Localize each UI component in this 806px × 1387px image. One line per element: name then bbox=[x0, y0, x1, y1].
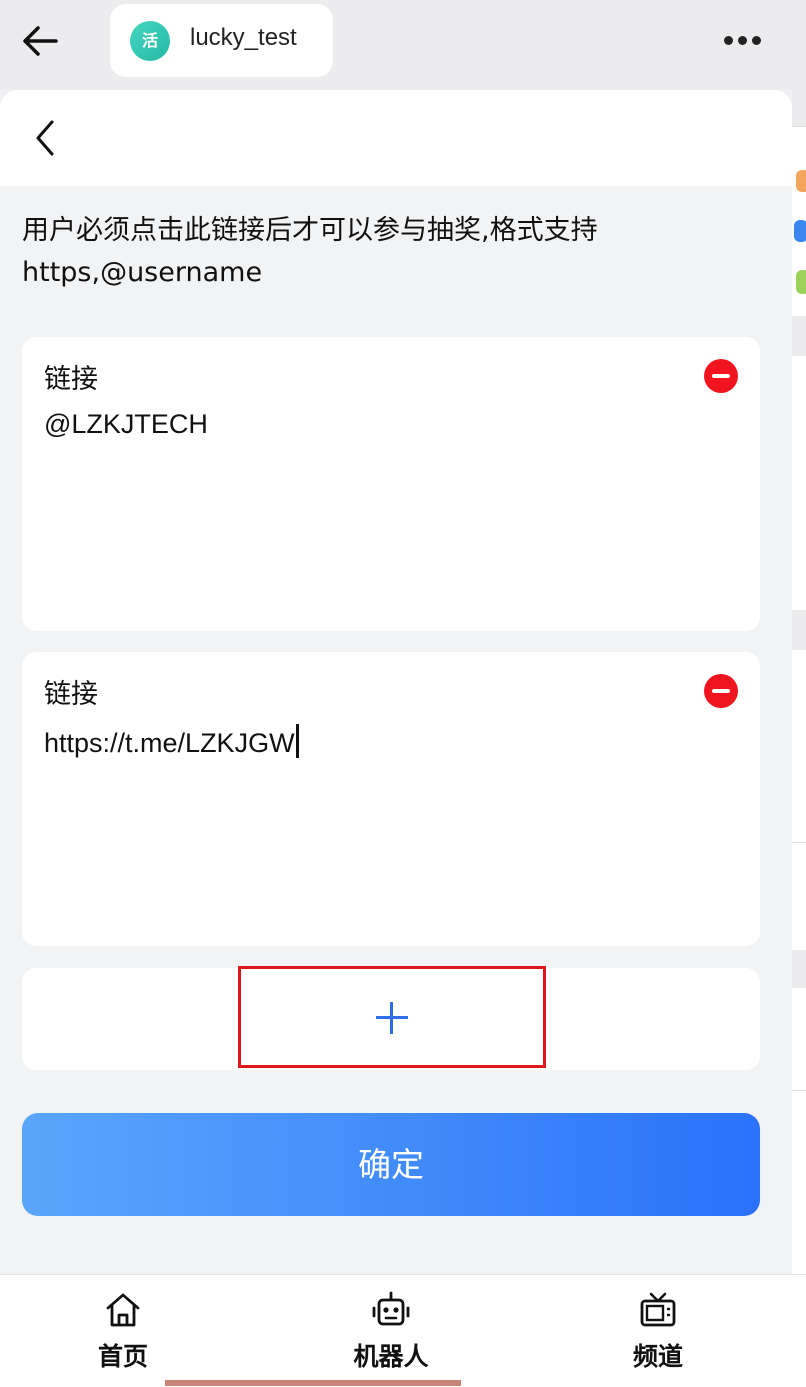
link-settings-sheet: 用户必须点击此链接后才可以参与抽奖,格式支持https,@username 链接… bbox=[0, 90, 792, 1386]
tv-icon bbox=[640, 1292, 676, 1327]
chevron-left-icon[interactable] bbox=[28, 118, 62, 158]
robot-icon bbox=[372, 1291, 410, 1326]
add-link-row bbox=[22, 966, 760, 1070]
confirm-button[interactable]: 确定 bbox=[22, 1113, 760, 1216]
link-label: 链接 bbox=[44, 364, 98, 395]
tab-channel[interactable]: 频道 bbox=[593, 1275, 723, 1387]
link-input-focused[interactable]: https://t.me/LZKJGW bbox=[44, 724, 299, 759]
link-input[interactable]: @LZKJTECH bbox=[44, 409, 208, 440]
text-cursor bbox=[295, 724, 299, 758]
link-label: 链接 bbox=[44, 679, 98, 710]
app-logo: 活 bbox=[130, 21, 170, 61]
remove-link-icon[interactable] bbox=[704, 359, 738, 393]
tab-robot-label: 机器人 bbox=[353, 1342, 429, 1371]
link-input-text: https://t.me/LZKJGW bbox=[44, 728, 295, 758]
more-options-icon[interactable] bbox=[720, 22, 764, 58]
link-card-1[interactable]: 链接 @LZKJTECH bbox=[22, 337, 760, 631]
app-name: lucky_test bbox=[190, 24, 297, 51]
mini-app-top-bar: 活 lucky_test bbox=[0, 0, 806, 90]
link-card-2[interactable]: 链接 https://t.me/LZKJGW bbox=[22, 652, 760, 946]
tab-channel-label: 频道 bbox=[632, 1342, 683, 1371]
add-link-button[interactable] bbox=[238, 966, 546, 1068]
link-requirement-description: 用户必须点击此链接后才可以参与抽奖,格式支持https,@username bbox=[22, 215, 598, 288]
tab-robot[interactable]: 机器人 bbox=[326, 1275, 456, 1387]
sheet-header bbox=[0, 90, 792, 186]
remove-link-icon[interactable] bbox=[704, 674, 738, 708]
background-image-strip bbox=[165, 1380, 461, 1386]
background-page-peek bbox=[792, 90, 806, 1386]
back-arrow-icon[interactable] bbox=[20, 20, 62, 62]
app-title-pill[interactable]: 活 lucky_test bbox=[110, 4, 333, 77]
bottom-tab-bar: 首页 机器人 频道 bbox=[0, 1274, 806, 1387]
plus-icon bbox=[376, 1002, 408, 1034]
tab-home[interactable]: 首页 bbox=[58, 1275, 188, 1387]
home-icon bbox=[106, 1293, 140, 1327]
tab-home-label: 首页 bbox=[97, 1342, 148, 1371]
